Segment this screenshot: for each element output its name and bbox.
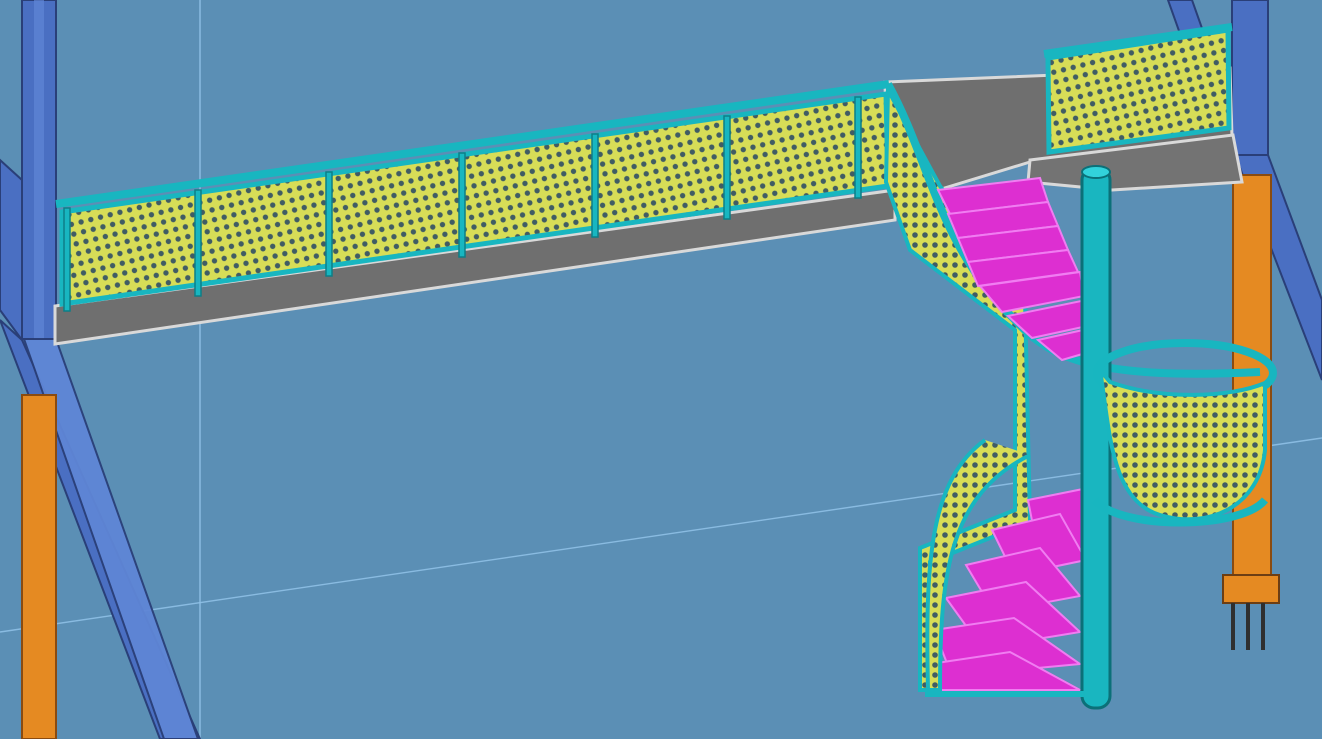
bracing-member-left[interactable] — [0, 158, 23, 344]
model-viewport[interactable] — [0, 0, 1322, 739]
stair-center-post-cap — [1081, 165, 1111, 179]
stair-center-post[interactable] — [1080, 166, 1112, 710]
orange-column-left[interactable] — [21, 394, 57, 739]
column-base-plate[interactable] — [1222, 574, 1280, 604]
steel-column-flange — [34, 0, 44, 339]
model-scene[interactable] — [0, 0, 1322, 739]
steel-column-right[interactable] — [1231, 0, 1269, 156]
